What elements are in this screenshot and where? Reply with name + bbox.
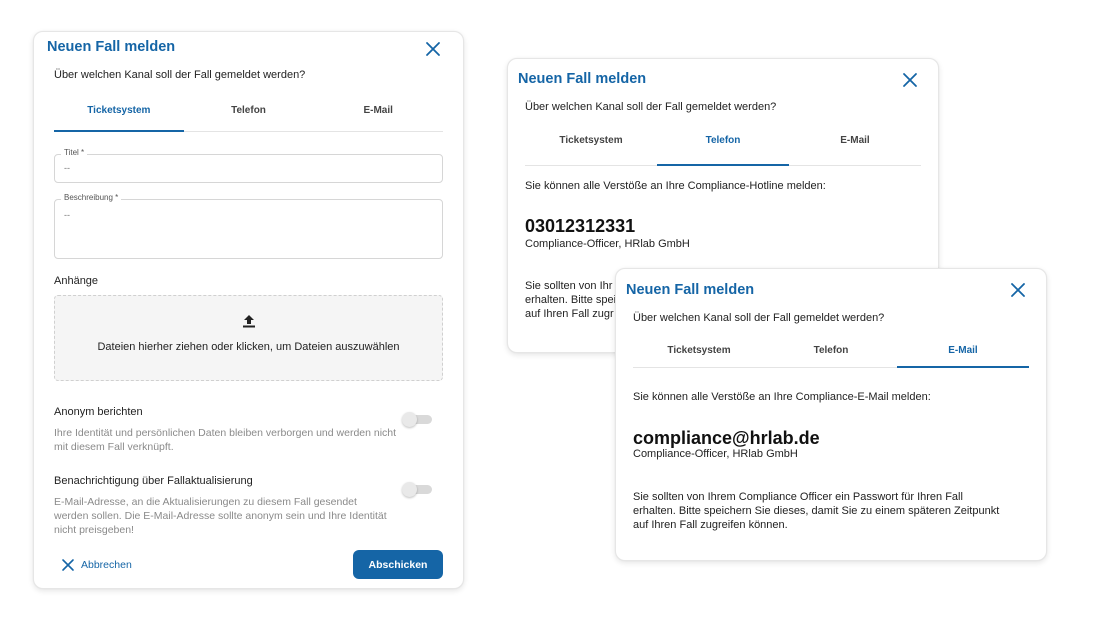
officer-name: Compliance-Officer, HRlab GmbH <box>525 238 690 250</box>
notification-description: E-Mail-Adresse, an die Aktualisierungen … <box>54 496 387 536</box>
dialog-title: Neuen Fall melden <box>626 282 755 298</box>
tab-email[interactable]: E-Mail <box>313 98 443 131</box>
anonymous-label: Anonym berichten <box>54 406 143 418</box>
cancel-button[interactable]: Abbrechen <box>61 558 132 572</box>
title-field: Titel * <box>54 148 443 183</box>
channel-tabs: Ticketsystem Telefon E-Mail <box>525 129 921 166</box>
report-case-dialog-ticket: Neuen Fall melden Über welchen Kanal sol… <box>33 31 464 589</box>
password-note-line-2: erhalten. Bitte speich <box>525 294 628 306</box>
close-icon[interactable] <box>424 40 442 58</box>
close-icon[interactable] <box>901 71 919 89</box>
description-field: Beschreibung * <box>54 193 443 259</box>
channel-question: Über welchen Kanal soll der Fall gemelde… <box>54 69 306 81</box>
password-note-line-1: Sie sollten von Ihr <box>525 280 613 292</box>
tab-telefon[interactable]: Telefon <box>657 129 789 166</box>
upload-icon <box>241 313 257 334</box>
officer-name: Compliance-Officer, HRlab GmbH <box>633 448 798 460</box>
phone-number: 03012312331 <box>525 216 636 236</box>
tab-telefon[interactable]: Telefon <box>184 98 314 131</box>
notification-toggle[interactable] <box>402 482 432 497</box>
dialog-title: Neuen Fall melden <box>518 71 647 87</box>
description-field-label: Beschreibung * <box>61 193 122 202</box>
anonymous-toggle[interactable] <box>402 412 432 427</box>
dropzone-text: Dateien hierher ziehen oder klicken, um … <box>97 341 400 353</box>
cancel-label: Abbrechen <box>81 559 132 571</box>
channel-tabs: Ticketsystem Telefon E-Mail <box>54 98 443 132</box>
channel-tabs: Ticketsystem Telefon E-Mail <box>633 341 1029 368</box>
tab-ticketsystem[interactable]: Ticketsystem <box>525 129 657 165</box>
tab-email[interactable]: E-Mail <box>789 129 921 165</box>
notification-label: Benachrichtigung über Fallaktualisierung <box>54 475 253 487</box>
tab-ticketsystem[interactable]: Ticketsystem <box>633 341 765 367</box>
submit-button[interactable]: Abschicken <box>353 550 443 579</box>
channel-question: Über welchen Kanal soll der Fall gemelde… <box>633 312 885 324</box>
tab-ticketsystem[interactable]: Ticketsystem <box>54 98 184 132</box>
close-icon[interactable] <box>1009 281 1027 299</box>
password-note-line-3: auf Ihren Fall zugr <box>525 308 614 320</box>
description-input[interactable] <box>64 210 413 250</box>
password-note: Sie sollten von Ihrem Compliance Officer… <box>633 491 1000 531</box>
email-intro: Sie können alle Verstöße an Ihre Complia… <box>633 391 931 403</box>
dialog-title: Neuen Fall melden <box>47 39 176 55</box>
report-case-dialog-email: Neuen Fall melden Über welchen Kanal sol… <box>615 268 1047 561</box>
attachments-label: Anhänge <box>54 275 99 287</box>
title-field-label: Titel * <box>61 148 88 157</box>
compliance-email[interactable]: compliance@hrlab.de <box>633 428 820 449</box>
cancel-close-icon <box>62 559 74 571</box>
title-input[interactable] <box>64 163 413 173</box>
channel-question: Über welchen Kanal soll der Fall gemelde… <box>525 101 777 113</box>
tab-email[interactable]: E-Mail <box>897 341 1029 368</box>
anonymous-description: Ihre Identität und persönlichen Daten bl… <box>54 427 397 453</box>
tab-telefon[interactable]: Telefon <box>765 341 897 367</box>
file-dropzone[interactable]: Dateien hierher ziehen oder klicken, um … <box>54 295 443 381</box>
hotline-intro: Sie können alle Verstöße an Ihre Complia… <box>525 180 826 192</box>
